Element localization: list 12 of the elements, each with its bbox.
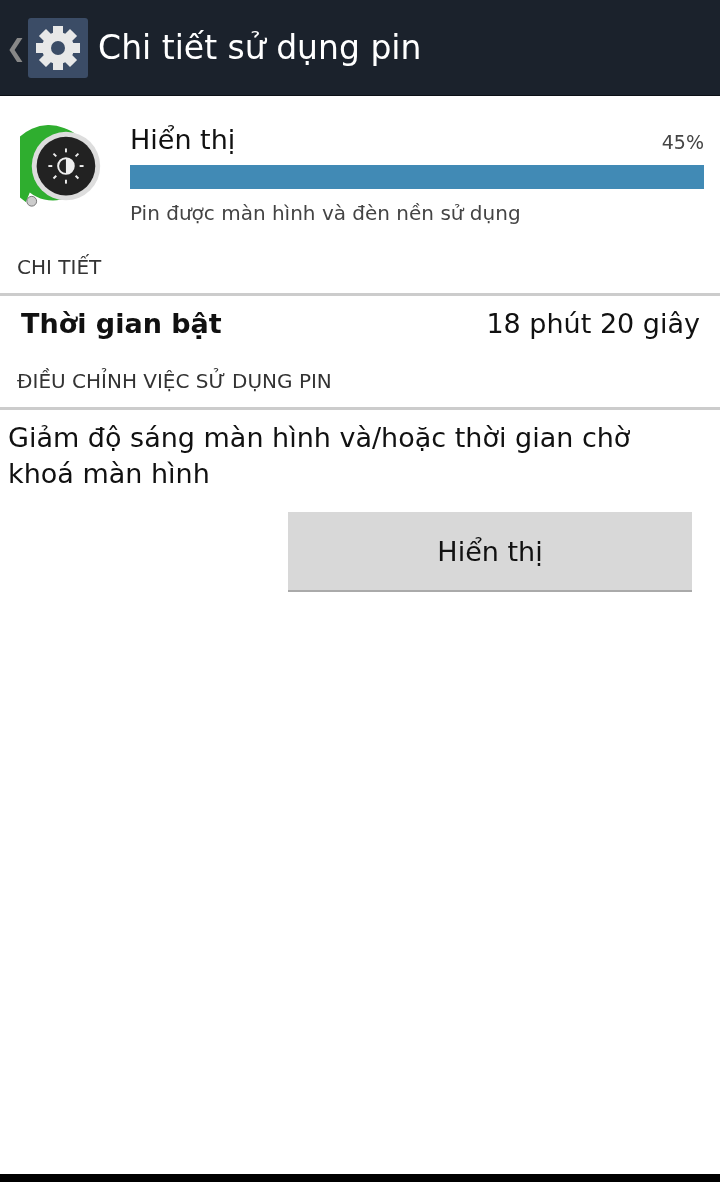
usage-percent: 45%	[661, 131, 704, 153]
back-caret[interactable]: ❮	[6, 33, 27, 62]
usage-description: Pin được màn hình và đèn nền sử dụng	[130, 201, 522, 225]
detail-label: Thời gian bật	[21, 308, 222, 339]
section-header: ĐIỀU CHỈNH VIỆC SỬ DỤNG PIN	[16, 367, 333, 395]
settings-icon[interactable]	[28, 17, 89, 78]
screen-title: Chi tiết sử dụng pin	[98, 28, 422, 67]
adjust-text: Giảm độ sáng màn hình và/hoặc thời gian chờ khoá màn hình	[7, 421, 632, 491]
detail-value: 18 phút 20 giây	[486, 308, 700, 339]
usage-label: Hiển thị	[130, 124, 236, 155]
section-header: CHI TIẾT	[16, 253, 103, 281]
display-button[interactable]: Hiển thị	[288, 512, 692, 592]
